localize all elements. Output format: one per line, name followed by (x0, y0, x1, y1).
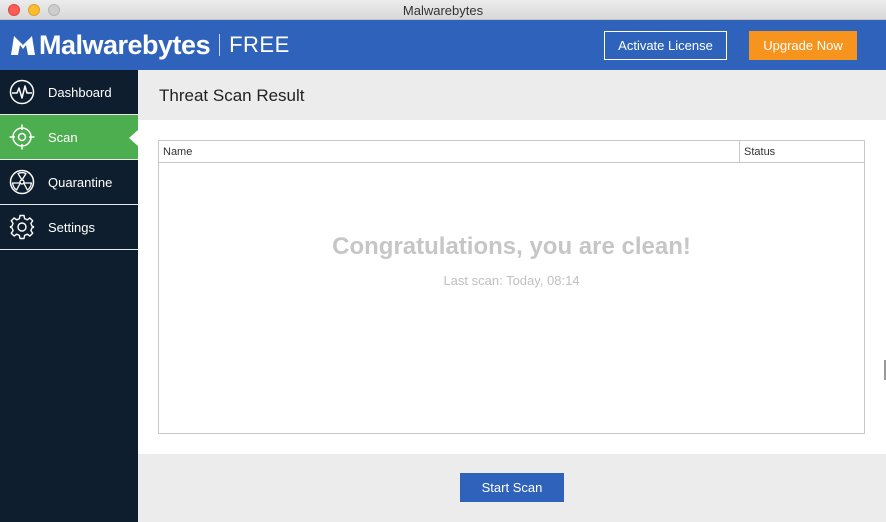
sidebar: Dashboard Scan Quarantine Settings (0, 70, 138, 522)
brand-logo: Malwarebytes FREE (9, 30, 290, 60)
content-header: Threat Scan Result (138, 70, 886, 120)
empty-state-title: Congratulations, you are clean! (332, 233, 691, 260)
page-title: Threat Scan Result (159, 86, 305, 105)
column-divider[interactable] (739, 141, 740, 162)
gear-icon (9, 214, 35, 240)
sidebar-item-label: Quarantine (48, 174, 113, 190)
start-scan-button[interactable]: Start Scan (460, 473, 564, 502)
brand-name: Malwarebytes (39, 30, 211, 60)
window-title: Malwarebytes (402, 3, 484, 18)
sidebar-item-dashboard[interactable]: Dashboard (0, 70, 138, 115)
content-footer: Start Scan (138, 454, 886, 522)
brand-divider (219, 34, 221, 56)
window-titlebar: Malwarebytes (0, 0, 886, 20)
target-icon (9, 124, 35, 150)
sidebar-item-label: Dashboard (48, 84, 112, 100)
table-header: Name Status (159, 141, 864, 163)
pulse-icon (9, 79, 35, 105)
maximize-window-button[interactable] (48, 4, 60, 16)
results-panel: Name Status Congratulations, you are cle… (138, 120, 886, 454)
sidebar-item-quarantine[interactable]: Quarantine (0, 160, 138, 205)
sidebar-item-scan[interactable]: Scan (0, 115, 138, 160)
sidebar-item-label: Scan (48, 129, 78, 145)
malwarebytes-logo-icon (11, 36, 35, 55)
close-window-button[interactable] (8, 4, 20, 16)
app-header: Malwarebytes FREE Activate License Upgra… (0, 20, 886, 70)
minimize-window-button[interactable] (28, 4, 40, 16)
radiation-icon (9, 169, 35, 195)
column-header-status[interactable]: Status (744, 146, 775, 158)
last-scan-text: Last scan: Today, 08:14 (443, 273, 580, 288)
sidebar-item-settings[interactable]: Settings (0, 205, 138, 250)
sidebar-item-label: Settings (48, 219, 95, 235)
brand-edition: FREE (229, 32, 290, 57)
upgrade-now-button[interactable]: Upgrade Now (749, 31, 857, 60)
results-table: Name Status Congratulations, you are cle… (158, 140, 865, 434)
column-header-name[interactable]: Name (163, 146, 192, 158)
activate-license-button[interactable]: Activate License (604, 31, 727, 60)
